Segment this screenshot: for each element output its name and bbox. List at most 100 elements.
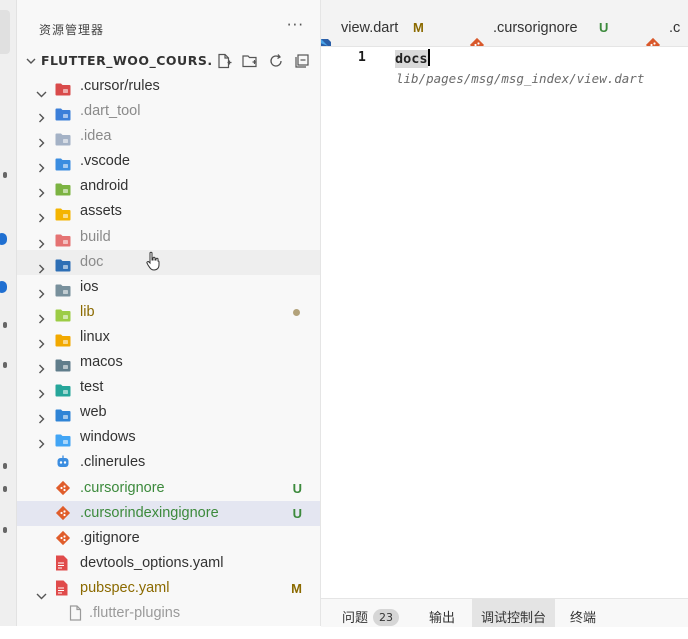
tab-problems[interactable]: 问题 23 (342, 599, 399, 627)
tree-item-label: ios (80, 275, 99, 300)
git-icon (55, 530, 71, 543)
activity-icon[interactable] (3, 486, 7, 492)
dart-icon (321, 21, 332, 46)
tree-item-label: .cursor/rules (80, 74, 160, 99)
tree-item[interactable]: .cursorindexingignore U (17, 501, 320, 526)
tree-item[interactable]: .cursor/rules (17, 74, 320, 99)
editor-tab-bar: view.dartM.cursorignoreU .c (321, 0, 688, 47)
tree-item[interactable]: ios (17, 275, 320, 300)
tree-item[interactable]: linux (17, 325, 320, 350)
robot-icon (55, 454, 71, 467)
tree-item-label: .flutter-plugins (89, 601, 180, 626)
folder-icon (55, 180, 71, 193)
editor-tab[interactable]: view.dartM (321, 0, 456, 46)
tree-item-label: linux (80, 325, 110, 350)
tree-item[interactable]: android (17, 174, 320, 199)
tree-item[interactable]: .vscode (17, 149, 320, 174)
code-editor[interactable]: 1 docs lib/pages/msg/msg_index/view.dart (321, 47, 688, 598)
tree-item[interactable]: windows (17, 425, 320, 450)
tree-item[interactable]: .dart_tool (17, 99, 320, 124)
tree-item[interactable]: assets (17, 199, 320, 224)
tab-debug-console-label: 调试控制台 (481, 611, 546, 626)
editor-tab[interactable]: .cursorignoreU (455, 0, 632, 46)
editor-tab-label: .cursorignore (493, 0, 578, 46)
workspace-section-header[interactable]: FLUTTER_WOO_COURS... (17, 50, 320, 72)
tab-terminal[interactable]: 终端 (570, 599, 596, 627)
git-status-badge: U (293, 501, 302, 526)
tree-item-label: assets (80, 199, 122, 224)
new-file-icon[interactable] (214, 51, 234, 71)
activity-badge (0, 233, 7, 245)
code-line[interactable]: docs (395, 49, 430, 67)
activity-icon[interactable] (3, 527, 7, 533)
git-icon (55, 505, 71, 518)
new-folder-icon[interactable] (240, 51, 260, 71)
tree-item-label: .gitignore (80, 526, 140, 551)
tree-item-label: devtools_options.yaml (80, 551, 223, 576)
more-actions-button[interactable]: ··· (287, 16, 304, 34)
explorer-activity-icon[interactable] (0, 10, 10, 54)
tree-item-label: .vscode (80, 149, 130, 174)
tree-item[interactable]: .cursorignore U (17, 476, 320, 501)
git-icon (645, 21, 661, 46)
tab-problems-label: 问题 (342, 611, 368, 626)
text-cursor (428, 49, 430, 66)
folder-icon (55, 356, 71, 369)
tree-item[interactable]: macos (17, 350, 320, 375)
git-status-badge: U (293, 476, 302, 501)
folder-icon (55, 105, 71, 118)
tree-item-label: lib (80, 300, 95, 325)
explorer-title: 资源管理器 (39, 21, 104, 38)
tab-git-status: M (413, 0, 424, 46)
tree-item-label: web (80, 400, 107, 425)
inline-suggestion[interactable]: lib/pages/msg/msg_index/view.dart (396, 71, 644, 86)
tree-item[interactable]: .clinerules (17, 450, 320, 475)
tree-item-label: .dart_tool (80, 99, 140, 124)
tab-debug-console[interactable]: 调试控制台 (472, 599, 555, 627)
tree-item[interactable]: .idea (17, 124, 320, 149)
tree-item-label: windows (80, 425, 136, 450)
tab-output[interactable]: 输出 (429, 599, 455, 627)
activity-icon[interactable] (3, 463, 7, 469)
folder-icon (55, 431, 71, 444)
git-status-badge: M (291, 576, 302, 601)
folder-icon (55, 281, 71, 294)
tree-item-label: pubspec.yaml (80, 576, 169, 601)
folder-icon (55, 205, 71, 218)
folder-icon (55, 256, 71, 269)
refresh-icon[interactable] (266, 51, 286, 71)
chevron-down-icon (24, 53, 38, 72)
folder-icon (55, 155, 71, 168)
tree-item[interactable]: .gitignore (17, 526, 320, 551)
activity-icon[interactable] (3, 362, 7, 368)
activity-icon[interactable] (3, 172, 7, 178)
tree-item[interactable]: .flutter-plugins (17, 601, 320, 626)
tree-item[interactable]: web (17, 400, 320, 425)
problems-count-badge: 23 (373, 609, 399, 626)
folder-icon (55, 331, 71, 344)
activity-bar (0, 0, 17, 626)
editor-tab-label: .c (669, 0, 680, 46)
yaml-file-icon (55, 555, 71, 568)
tree-item-label: macos (80, 350, 123, 375)
yaml-file-icon (55, 580, 71, 593)
tree-item[interactable]: pubspec.yaml M (17, 576, 320, 601)
collapse-all-icon[interactable] (292, 51, 312, 71)
activity-icon[interactable] (3, 322, 7, 328)
folder-icon (55, 130, 71, 143)
tree-item[interactable]: lib (17, 300, 320, 325)
modified-dot (293, 309, 300, 316)
tree-item[interactable]: build (17, 225, 320, 250)
activity-badge (0, 281, 7, 293)
editor-tab[interactable]: .c (631, 0, 688, 46)
tree-item-label: android (80, 174, 128, 199)
tree-item-label: build (80, 225, 111, 250)
panel-tab-bar: 问题 23 输出 调试控制台 终端 (321, 598, 688, 627)
tab-terminal-label: 终端 (570, 611, 596, 626)
tree-item[interactable]: doc (17, 250, 320, 275)
tree-item-label: .cursorignore (80, 476, 165, 501)
folder-icon (55, 231, 71, 244)
tree-item[interactable]: devtools_options.yaml (17, 551, 320, 576)
tree-item-label: .cursorindexingignore (80, 501, 219, 526)
tree-item[interactable]: test (17, 375, 320, 400)
